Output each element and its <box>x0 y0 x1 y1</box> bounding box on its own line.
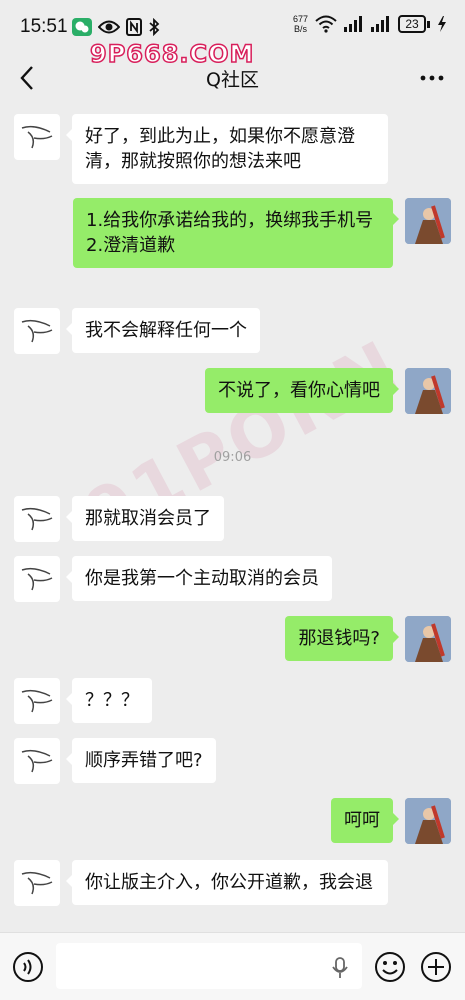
contact-avatar[interactable] <box>14 496 60 542</box>
message-bubble[interactable]: 顺序弄错了吧? <box>66 738 216 783</box>
message-received: ？？？ <box>14 678 152 724</box>
contact-avatar[interactable] <box>14 860 60 906</box>
signal-icon <box>344 16 362 32</box>
message-sent: 1.给我你承诺给我的，换绑我手机号 2.澄清道歉 <box>73 198 451 268</box>
my-avatar[interactable] <box>405 616 451 662</box>
message-received: 你是我第一个主动取消的会员 <box>14 556 332 602</box>
nfc-icon <box>126 18 142 36</box>
chat-title: Q社区 <box>206 69 259 91</box>
message-bubble[interactable]: 你是我第一个主动取消的会员 <box>66 556 332 601</box>
message-timestamp: 09:06 <box>213 450 252 465</box>
wechat-icon <box>72 18 92 36</box>
message-bubble[interactable]: 好了，到此为止，如果你不愿意澄清，那就按照你的想法来吧 <box>66 114 388 184</box>
contact-avatar[interactable] <box>14 556 60 602</box>
message-received: 你让版主介入，你公开道歉，我会退 <box>14 860 388 906</box>
message-sent: 那退钱吗? <box>285 616 451 662</box>
message-received: 顺序弄错了吧? <box>14 738 216 784</box>
input-bar <box>0 932 465 1000</box>
my-avatar[interactable] <box>405 798 451 844</box>
bluetooth-icon <box>149 18 160 36</box>
message-sent: 不说了，看你心情吧 <box>205 368 451 414</box>
contact-avatar[interactable] <box>14 114 60 160</box>
figure-avatar-icon <box>405 798 451 844</box>
contact-avatar[interactable] <box>14 738 60 784</box>
sketch-avatar-icon <box>21 689 53 713</box>
sketch-avatar-icon <box>21 507 53 531</box>
battery-icon: 23 <box>398 15 430 33</box>
system-icons: 677 B/s 23 <box>293 14 447 34</box>
network-speed-unit: B/s <box>293 24 307 34</box>
message-received: 好了，到此为止，如果你不愿意澄清，那就按照你的想法来吧 <box>14 114 388 184</box>
more-options-icon[interactable] <box>419 64 445 92</box>
add-icon[interactable] <box>420 951 452 983</box>
message-bubble[interactable]: 不说了，看你心情吧 <box>205 368 399 413</box>
sketch-avatar-icon <box>21 749 53 773</box>
emoji-icon[interactable] <box>374 951 406 983</box>
sketch-avatar-icon <box>21 871 53 895</box>
sketch-avatar-icon <box>21 125 53 149</box>
network-speed: 677 B/s <box>293 14 308 34</box>
navigation-bar: Q社区 <box>0 56 465 100</box>
message-bubble[interactable]: 呵呵 <box>331 798 399 843</box>
wifi-icon <box>315 15 337 33</box>
message-bubble[interactable]: ？？？ <box>66 678 152 723</box>
charging-icon <box>438 16 446 32</box>
message-bubble[interactable]: 你让版主介入，你公开道歉，我会退 <box>66 860 388 905</box>
voice-mode-icon[interactable] <box>12 951 44 983</box>
chat-history[interactable]: 91PORN 好了，到此为止，如果你不愿意澄清，那就按照你的想法来吧 1.给我你… <box>0 100 465 932</box>
message-received: 我不会解释任何一个 <box>14 308 260 354</box>
network-speed-value: 677 <box>292 14 308 24</box>
figure-avatar-icon <box>405 616 451 662</box>
contact-avatar[interactable] <box>14 678 60 724</box>
signal-icon <box>371 16 389 32</box>
status-time: 15:51 <box>20 16 68 37</box>
message-input[interactable] <box>56 943 362 989</box>
my-avatar[interactable] <box>405 198 451 244</box>
figure-avatar-icon <box>405 368 451 414</box>
battery-tip <box>427 20 430 28</box>
message-bubble[interactable]: 1.给我你承诺给我的，换绑我手机号 2.澄清道歉 <box>73 198 399 268</box>
eye-icon <box>98 20 120 34</box>
figure-avatar-icon <box>405 198 451 244</box>
battery-level: 23 <box>398 15 426 33</box>
sketch-avatar-icon <box>21 319 53 343</box>
message-sent: 呵呵 <box>331 798 451 844</box>
notification-icons <box>72 18 160 36</box>
message-bubble[interactable]: 那就取消会员了 <box>66 496 224 541</box>
message-bubble[interactable]: 我不会解释任何一个 <box>66 308 260 353</box>
my-avatar[interactable] <box>405 368 451 414</box>
contact-avatar[interactable] <box>14 308 60 354</box>
microphone-icon[interactable] <box>330 957 350 979</box>
message-bubble[interactable]: 那退钱吗? <box>285 616 399 661</box>
message-received: 那就取消会员了 <box>14 496 224 542</box>
sketch-avatar-icon <box>21 567 53 591</box>
